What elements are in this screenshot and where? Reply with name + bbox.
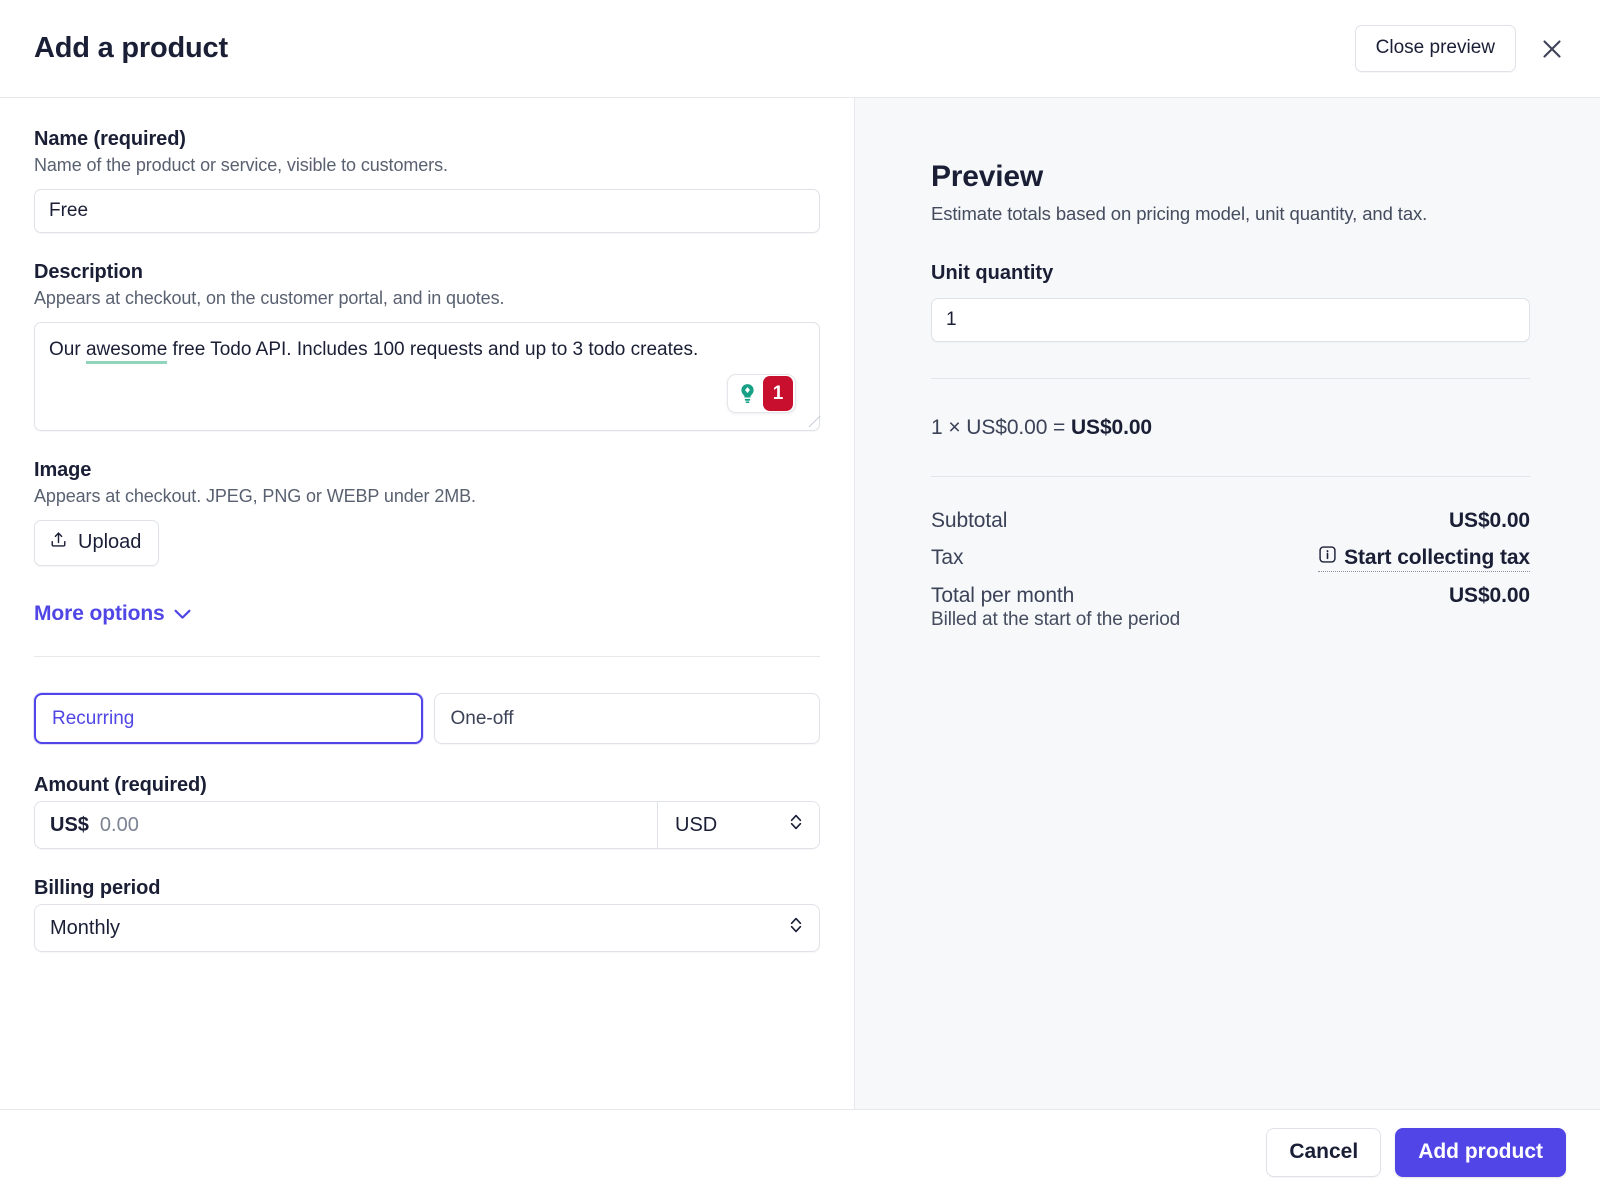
- billed-note: Billed at the start of the period: [931, 609, 1530, 631]
- preview-pane: Preview Estimate totals based on pricing…: [855, 98, 1600, 1109]
- pricing-model-option-one-off[interactable]: One-off: [434, 693, 821, 744]
- description-text-after: free Todo API. Includes 100 requests and…: [167, 339, 698, 360]
- total-row-tax: Tax Start collecting tax: [931, 545, 1530, 572]
- billing-period-select[interactable]: Monthly: [34, 904, 820, 952]
- tax-label: Tax: [931, 546, 963, 570]
- total-per-month-label: Total per month: [931, 584, 1074, 608]
- name-label: Name (required): [34, 128, 820, 151]
- upload-icon: [49, 530, 68, 555]
- upload-button-label: Upload: [78, 531, 141, 554]
- unit-quantity-group: Unit quantity: [931, 262, 1530, 342]
- description-flagged-word[interactable]: awesome: [86, 339, 167, 364]
- modal-footer: Cancel Add product: [0, 1109, 1600, 1195]
- billing-period-field-group: Billing period Monthly: [34, 877, 820, 952]
- modal-header: Add a product Close preview: [0, 0, 1600, 98]
- form-pane: Name (required) Name of the product or s…: [0, 98, 855, 1109]
- header-actions: Close preview: [1355, 25, 1570, 72]
- close-preview-button[interactable]: Close preview: [1355, 25, 1516, 72]
- total-per-month-value: US$0.00: [1449, 584, 1530, 608]
- section-divider: [34, 656, 820, 657]
- upload-button[interactable]: Upload: [34, 520, 159, 566]
- currency-select-value: USD: [675, 814, 717, 837]
- amount-label: Amount (required): [34, 774, 820, 797]
- amount-input[interactable]: US$ 0.00: [35, 802, 657, 848]
- chevron-updown-icon: [789, 915, 803, 941]
- total-row-subtotal: Subtotal US$0.00: [931, 509, 1530, 533]
- more-options-toggle[interactable]: More options: [34, 602, 191, 626]
- totals-section: Subtotal US$0.00 Tax Start colle: [931, 477, 1530, 631]
- billing-period-value: Monthly: [50, 917, 120, 940]
- pricing-model-option-recurring[interactable]: Recurring: [34, 693, 423, 744]
- grammar-assistant-widget[interactable]: 1: [727, 374, 796, 413]
- description-textarea[interactable]: Our awesome free Todo API. Includes 100 …: [34, 322, 820, 431]
- add-product-button[interactable]: Add product: [1395, 1128, 1566, 1177]
- amount-currency-prefix: US$: [50, 814, 89, 837]
- add-product-modal: Add a product Close preview Name (requir…: [0, 0, 1600, 1195]
- close-icon[interactable]: [1534, 31, 1570, 67]
- calc-unit-price: US$0.00: [966, 416, 1047, 439]
- chevron-down-icon: [174, 602, 191, 626]
- image-help-text: Appears at checkout. JPEG, PNG or WEBP u…: [34, 486, 820, 507]
- start-collecting-tax-link[interactable]: Start collecting tax: [1318, 545, 1530, 572]
- cancel-button[interactable]: Cancel: [1266, 1128, 1381, 1177]
- unit-quantity-label: Unit quantity: [931, 262, 1530, 285]
- description-label: Description: [34, 261, 820, 284]
- subtotal-value: US$0.00: [1449, 509, 1530, 533]
- pricing-model-one-off-label: One-off: [451, 708, 514, 730]
- image-label: Image: [34, 459, 820, 482]
- amount-field-group: Amount (required) US$ 0.00 USD: [34, 774, 820, 849]
- amount-input-row: US$ 0.00 USD: [34, 801, 820, 849]
- name-field-group: Name (required) Name of the product or s…: [34, 128, 820, 233]
- name-input[interactable]: [34, 189, 820, 233]
- total-row-total-per-month: Total per month US$0.00: [931, 584, 1530, 608]
- description-textarea-wrap: Our awesome free Todo API. Includes 100 …: [34, 322, 820, 431]
- pricing-model-segmented-control: Recurring One-off: [34, 693, 820, 744]
- pricing-model-recurring-label: Recurring: [52, 708, 134, 730]
- unit-quantity-input[interactable]: [931, 298, 1530, 342]
- page-title: Add a product: [34, 32, 228, 65]
- preview-title: Preview: [931, 160, 1530, 194]
- name-help-text: Name of the product or service, visible …: [34, 155, 820, 176]
- calc-quantity: 1: [931, 416, 943, 439]
- calculation-line: 1 × US$0.00 = US$0.00: [931, 379, 1530, 440]
- grammar-issue-count[interactable]: 1: [763, 376, 793, 411]
- billing-period-label: Billing period: [34, 877, 820, 900]
- modal-body: Name (required) Name of the product or s…: [0, 98, 1600, 1109]
- start-collecting-tax-label: Start collecting tax: [1344, 546, 1530, 570]
- calc-multiply-symbol: ×: [948, 416, 960, 439]
- subtotal-label: Subtotal: [931, 509, 1007, 533]
- description-field-group: Description Appears at checkout, on the …: [34, 261, 820, 431]
- more-options-label: More options: [34, 602, 165, 626]
- form-scroll-area[interactable]: Name (required) Name of the product or s…: [0, 98, 854, 1109]
- description-text-before: Our: [49, 339, 86, 360]
- image-field-group: Image Appears at checkout. JPEG, PNG or …: [34, 459, 820, 566]
- calc-line-total: US$0.00: [1071, 416, 1152, 439]
- preview-subtitle: Estimate totals based on pricing model, …: [931, 203, 1530, 225]
- description-help-text: Appears at checkout, on the customer por…: [34, 288, 820, 309]
- currency-select[interactable]: USD: [657, 802, 819, 848]
- amount-value: 0.00: [100, 814, 139, 837]
- info-icon: [1318, 545, 1337, 570]
- chevron-updown-icon: [789, 812, 803, 838]
- calc-equals-symbol: =: [1053, 416, 1065, 439]
- lightbulb-icon: [734, 381, 760, 407]
